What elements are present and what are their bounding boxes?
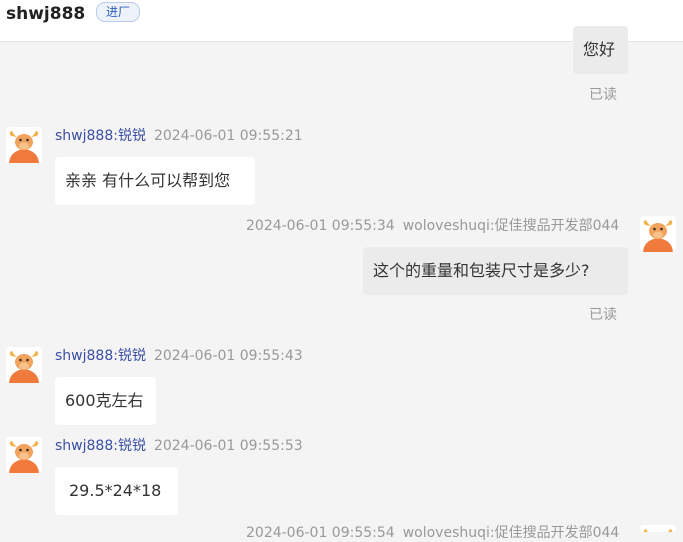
avatar-shwj888[interactable] (6, 347, 42, 383)
message-time: 2024-06-01 09:55:34 (246, 218, 395, 234)
message-text: 29.5*24*18 (69, 481, 162, 500)
message-bubble-incoming[interactable]: 亲亲 有什么可以帮到您 (55, 157, 255, 205)
avatar-shwj888[interactable] (6, 127, 42, 163)
message-text: 亲亲 有什么可以帮到您 (65, 171, 231, 190)
avatar-woloveshuqi[interactable] (640, 525, 676, 532)
message-time: 2024-06-01 09:55:53 (153, 438, 303, 454)
message-meta: shwj888:锐锐 2024-06-01 09:55:43 (55, 347, 303, 365)
cow-avatar-icon (640, 525, 676, 532)
cow-avatar-icon (6, 437, 42, 473)
message-text: 您好 (583, 40, 616, 59)
sender-name: shwj888:锐锐 (55, 348, 146, 364)
avatar-shwj888[interactable] (6, 437, 42, 473)
sender-name: shwj888:锐锐 (55, 438, 146, 454)
status-badge[interactable]: 进厂 (96, 2, 141, 22)
message-time: 2024-06-01 09:55:21 (153, 128, 303, 144)
message-bubble-outgoing[interactable]: 您好 (573, 26, 628, 74)
message-meta: shwj888:锐锐 2024-06-01 09:55:53 (55, 437, 303, 455)
message-time: 2024-06-01 09:55:54 (246, 525, 395, 541)
contact-name: shwj888 (6, 4, 86, 24)
message-meta: 2024-06-01 09:55:54 woloveshuqi:促佳搜品开发部04… (246, 524, 619, 542)
message-text: 这个的重量和包装尺寸是多少? (373, 261, 590, 280)
message-meta: 2024-06-01 09:55:34 woloveshuqi:促佳搜品开发部04… (246, 217, 619, 235)
message-text: 600克左右 (65, 391, 144, 410)
cow-avatar-icon (640, 216, 676, 252)
sender-name: woloveshuqi:促佳搜品开发部044 (402, 218, 620, 234)
cow-avatar-icon (6, 127, 42, 163)
message-time: 2024-06-01 09:55:43 (153, 348, 303, 364)
sender-name: woloveshuqi:促佳搜品开发部044 (402, 525, 620, 541)
message-meta: shwj888:锐锐 2024-06-01 09:55:21 (55, 127, 303, 145)
cow-avatar-icon (6, 347, 42, 383)
message-bubble-incoming[interactable]: 600克左右 (55, 377, 156, 425)
sender-name: shwj888:锐锐 (55, 128, 146, 144)
avatar-woloveshuqi[interactable] (640, 216, 676, 252)
read-status: 已读 (589, 87, 617, 103)
message-bubble-outgoing[interactable]: 这个的重量和包装尺寸是多少? (363, 247, 628, 295)
message-bubble-incoming[interactable]: 29.5*24*18 (55, 467, 178, 515)
read-status: 已读 (589, 307, 617, 323)
